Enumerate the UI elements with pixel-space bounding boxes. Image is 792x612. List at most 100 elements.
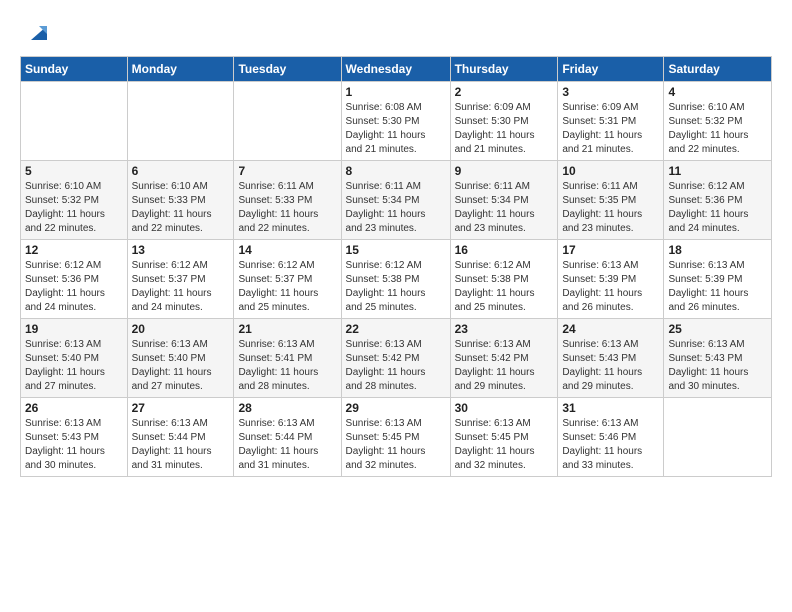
day-number: 6 <box>132 164 230 178</box>
week-row-3: 12 Sunrise: 6:12 AM Sunset: 5:36 PM Dayli… <box>21 240 772 319</box>
day-cell: 2 Sunrise: 6:09 AM Sunset: 5:30 PM Daylig… <box>450 82 558 161</box>
day-info: Sunrise: 6:10 AM Sunset: 5:32 PM Dayligh… <box>25 180 123 236</box>
day-info: Sunrise: 6:13 AM Sunset: 5:42 PM Dayligh… <box>346 338 446 394</box>
day-number: 25 <box>668 322 767 336</box>
day-number: 12 <box>25 243 123 257</box>
day-cell: 1 Sunrise: 6:08 AM Sunset: 5:30 PM Daylig… <box>341 82 450 161</box>
day-number: 4 <box>668 85 767 99</box>
day-number: 20 <box>132 322 230 336</box>
header <box>20 18 772 46</box>
day-info: Sunrise: 6:10 AM Sunset: 5:33 PM Dayligh… <box>132 180 230 236</box>
day-number: 19 <box>25 322 123 336</box>
day-number: 1 <box>346 85 446 99</box>
day-cell: 11Sunrise: 6:12 AM Sunset: 5:36 PM Dayli… <box>664 161 772 240</box>
day-cell <box>664 398 772 477</box>
week-row-4: 19 Sunrise: 6:13 AM Sunset: 5:40 PM Dayli… <box>21 319 772 398</box>
day-info: Sunrise: 6:12 AM Sunset: 5:37 PM Dayligh… <box>238 259 336 315</box>
day-cell: 16 Sunrise: 6:12 AM Sunset: 5:38 PM Dayli… <box>450 240 558 319</box>
day-info: Sunrise: 6:13 AM Sunset: 5:43 PM Dayligh… <box>25 417 123 473</box>
page: SundayMondayTuesdayWednesdayThursdayFrid… <box>0 0 792 612</box>
header-row: SundayMondayTuesdayWednesdayThursdayFrid… <box>21 57 772 82</box>
day-info: Sunrise: 6:13 AM Sunset: 5:39 PM Dayligh… <box>562 259 659 315</box>
day-info: Sunrise: 6:13 AM Sunset: 5:41 PM Dayligh… <box>238 338 336 394</box>
day-number: 16 <box>455 243 554 257</box>
calendar-table: SundayMondayTuesdayWednesdayThursdayFrid… <box>20 56 772 477</box>
day-header-sunday: Sunday <box>21 57 128 82</box>
day-header-saturday: Saturday <box>664 57 772 82</box>
day-number: 29 <box>346 401 446 415</box>
day-info: Sunrise: 6:09 AM Sunset: 5:30 PM Dayligh… <box>455 101 554 157</box>
day-number: 10 <box>562 164 659 178</box>
logo <box>20 18 53 46</box>
week-row-1: 1 Sunrise: 6:08 AM Sunset: 5:30 PM Daylig… <box>21 82 772 161</box>
day-cell: 25 Sunrise: 6:13 AM Sunset: 5:43 PM Dayli… <box>664 319 772 398</box>
day-cell: 13 Sunrise: 6:12 AM Sunset: 5:37 PM Dayli… <box>127 240 234 319</box>
day-number: 8 <box>346 164 446 178</box>
day-number: 3 <box>562 85 659 99</box>
day-number: 9 <box>455 164 554 178</box>
day-number: 14 <box>238 243 336 257</box>
day-info: Sunrise: 6:13 AM Sunset: 5:46 PM Dayligh… <box>562 417 659 473</box>
day-info: Sunrise: 6:11 AM Sunset: 5:34 PM Dayligh… <box>346 180 446 236</box>
day-info: Sunrise: 6:13 AM Sunset: 5:40 PM Dayligh… <box>132 338 230 394</box>
week-row-5: 26 Sunrise: 6:13 AM Sunset: 5:43 PM Dayli… <box>21 398 772 477</box>
day-number: 28 <box>238 401 336 415</box>
day-info: Sunrise: 6:10 AM Sunset: 5:32 PM Dayligh… <box>668 101 767 157</box>
day-info: Sunrise: 6:13 AM Sunset: 5:45 PM Dayligh… <box>346 417 446 473</box>
day-header-thursday: Thursday <box>450 57 558 82</box>
day-number: 13 <box>132 243 230 257</box>
day-cell: 19 Sunrise: 6:13 AM Sunset: 5:40 PM Dayli… <box>21 319 128 398</box>
day-info: Sunrise: 6:12 AM Sunset: 5:36 PM Dayligh… <box>668 180 767 236</box>
day-number: 5 <box>25 164 123 178</box>
day-number: 21 <box>238 322 336 336</box>
day-cell: 12 Sunrise: 6:12 AM Sunset: 5:36 PM Dayli… <box>21 240 128 319</box>
day-cell: 27Sunrise: 6:13 AM Sunset: 5:44 PM Dayli… <box>127 398 234 477</box>
day-cell: 20 Sunrise: 6:13 AM Sunset: 5:40 PM Dayli… <box>127 319 234 398</box>
day-header-tuesday: Tuesday <box>234 57 341 82</box>
day-info: Sunrise: 6:13 AM Sunset: 5:40 PM Dayligh… <box>25 338 123 394</box>
day-cell: 8 Sunrise: 6:11 AM Sunset: 5:34 PM Daylig… <box>341 161 450 240</box>
day-cell: 17Sunrise: 6:13 AM Sunset: 5:39 PM Dayli… <box>558 240 664 319</box>
day-number: 24 <box>562 322 659 336</box>
day-info: Sunrise: 6:13 AM Sunset: 5:43 PM Dayligh… <box>668 338 767 394</box>
day-cell: 28 Sunrise: 6:13 AM Sunset: 5:44 PM Dayli… <box>234 398 341 477</box>
day-info: Sunrise: 6:12 AM Sunset: 5:36 PM Dayligh… <box>25 259 123 315</box>
day-info: Sunrise: 6:09 AM Sunset: 5:31 PM Dayligh… <box>562 101 659 157</box>
day-info: Sunrise: 6:13 AM Sunset: 5:45 PM Dayligh… <box>455 417 554 473</box>
day-number: 27 <box>132 401 230 415</box>
day-cell: 6 Sunrise: 6:10 AM Sunset: 5:33 PM Daylig… <box>127 161 234 240</box>
day-cell: 23Sunrise: 6:13 AM Sunset: 5:42 PM Dayli… <box>450 319 558 398</box>
day-info: Sunrise: 6:13 AM Sunset: 5:44 PM Dayligh… <box>238 417 336 473</box>
day-number: 23 <box>455 322 554 336</box>
day-info: Sunrise: 6:13 AM Sunset: 5:39 PM Dayligh… <box>668 259 767 315</box>
day-cell <box>234 82 341 161</box>
day-cell: 7Sunrise: 6:11 AM Sunset: 5:33 PM Daylig… <box>234 161 341 240</box>
day-cell: 24 Sunrise: 6:13 AM Sunset: 5:43 PM Dayli… <box>558 319 664 398</box>
day-header-wednesday: Wednesday <box>341 57 450 82</box>
day-cell: 5 Sunrise: 6:10 AM Sunset: 5:32 PM Daylig… <box>21 161 128 240</box>
day-info: Sunrise: 6:13 AM Sunset: 5:43 PM Dayligh… <box>562 338 659 394</box>
day-cell: 29 Sunrise: 6:13 AM Sunset: 5:45 PM Dayli… <box>341 398 450 477</box>
day-number: 31 <box>562 401 659 415</box>
logo-icon <box>25 18 53 46</box>
day-cell: 30 Sunrise: 6:13 AM Sunset: 5:45 PM Dayli… <box>450 398 558 477</box>
day-info: Sunrise: 6:11 AM Sunset: 5:35 PM Dayligh… <box>562 180 659 236</box>
day-info: Sunrise: 6:11 AM Sunset: 5:34 PM Dayligh… <box>455 180 554 236</box>
day-header-monday: Monday <box>127 57 234 82</box>
day-cell: 18 Sunrise: 6:13 AM Sunset: 5:39 PM Dayli… <box>664 240 772 319</box>
day-number: 30 <box>455 401 554 415</box>
day-number: 18 <box>668 243 767 257</box>
day-cell: 15 Sunrise: 6:12 AM Sunset: 5:38 PM Dayli… <box>341 240 450 319</box>
day-cell: 10 Sunrise: 6:11 AM Sunset: 5:35 PM Dayli… <box>558 161 664 240</box>
day-info: Sunrise: 6:08 AM Sunset: 5:30 PM Dayligh… <box>346 101 446 157</box>
day-info: Sunrise: 6:12 AM Sunset: 5:38 PM Dayligh… <box>346 259 446 315</box>
day-number: 26 <box>25 401 123 415</box>
day-info: Sunrise: 6:12 AM Sunset: 5:38 PM Dayligh… <box>455 259 554 315</box>
day-cell: 22Sunrise: 6:13 AM Sunset: 5:42 PM Dayli… <box>341 319 450 398</box>
week-row-2: 5 Sunrise: 6:10 AM Sunset: 5:32 PM Daylig… <box>21 161 772 240</box>
day-number: 15 <box>346 243 446 257</box>
day-info: Sunrise: 6:11 AM Sunset: 5:33 PM Dayligh… <box>238 180 336 236</box>
day-cell: 9 Sunrise: 6:11 AM Sunset: 5:34 PM Daylig… <box>450 161 558 240</box>
day-info: Sunrise: 6:12 AM Sunset: 5:37 PM Dayligh… <box>132 259 230 315</box>
day-number: 2 <box>455 85 554 99</box>
